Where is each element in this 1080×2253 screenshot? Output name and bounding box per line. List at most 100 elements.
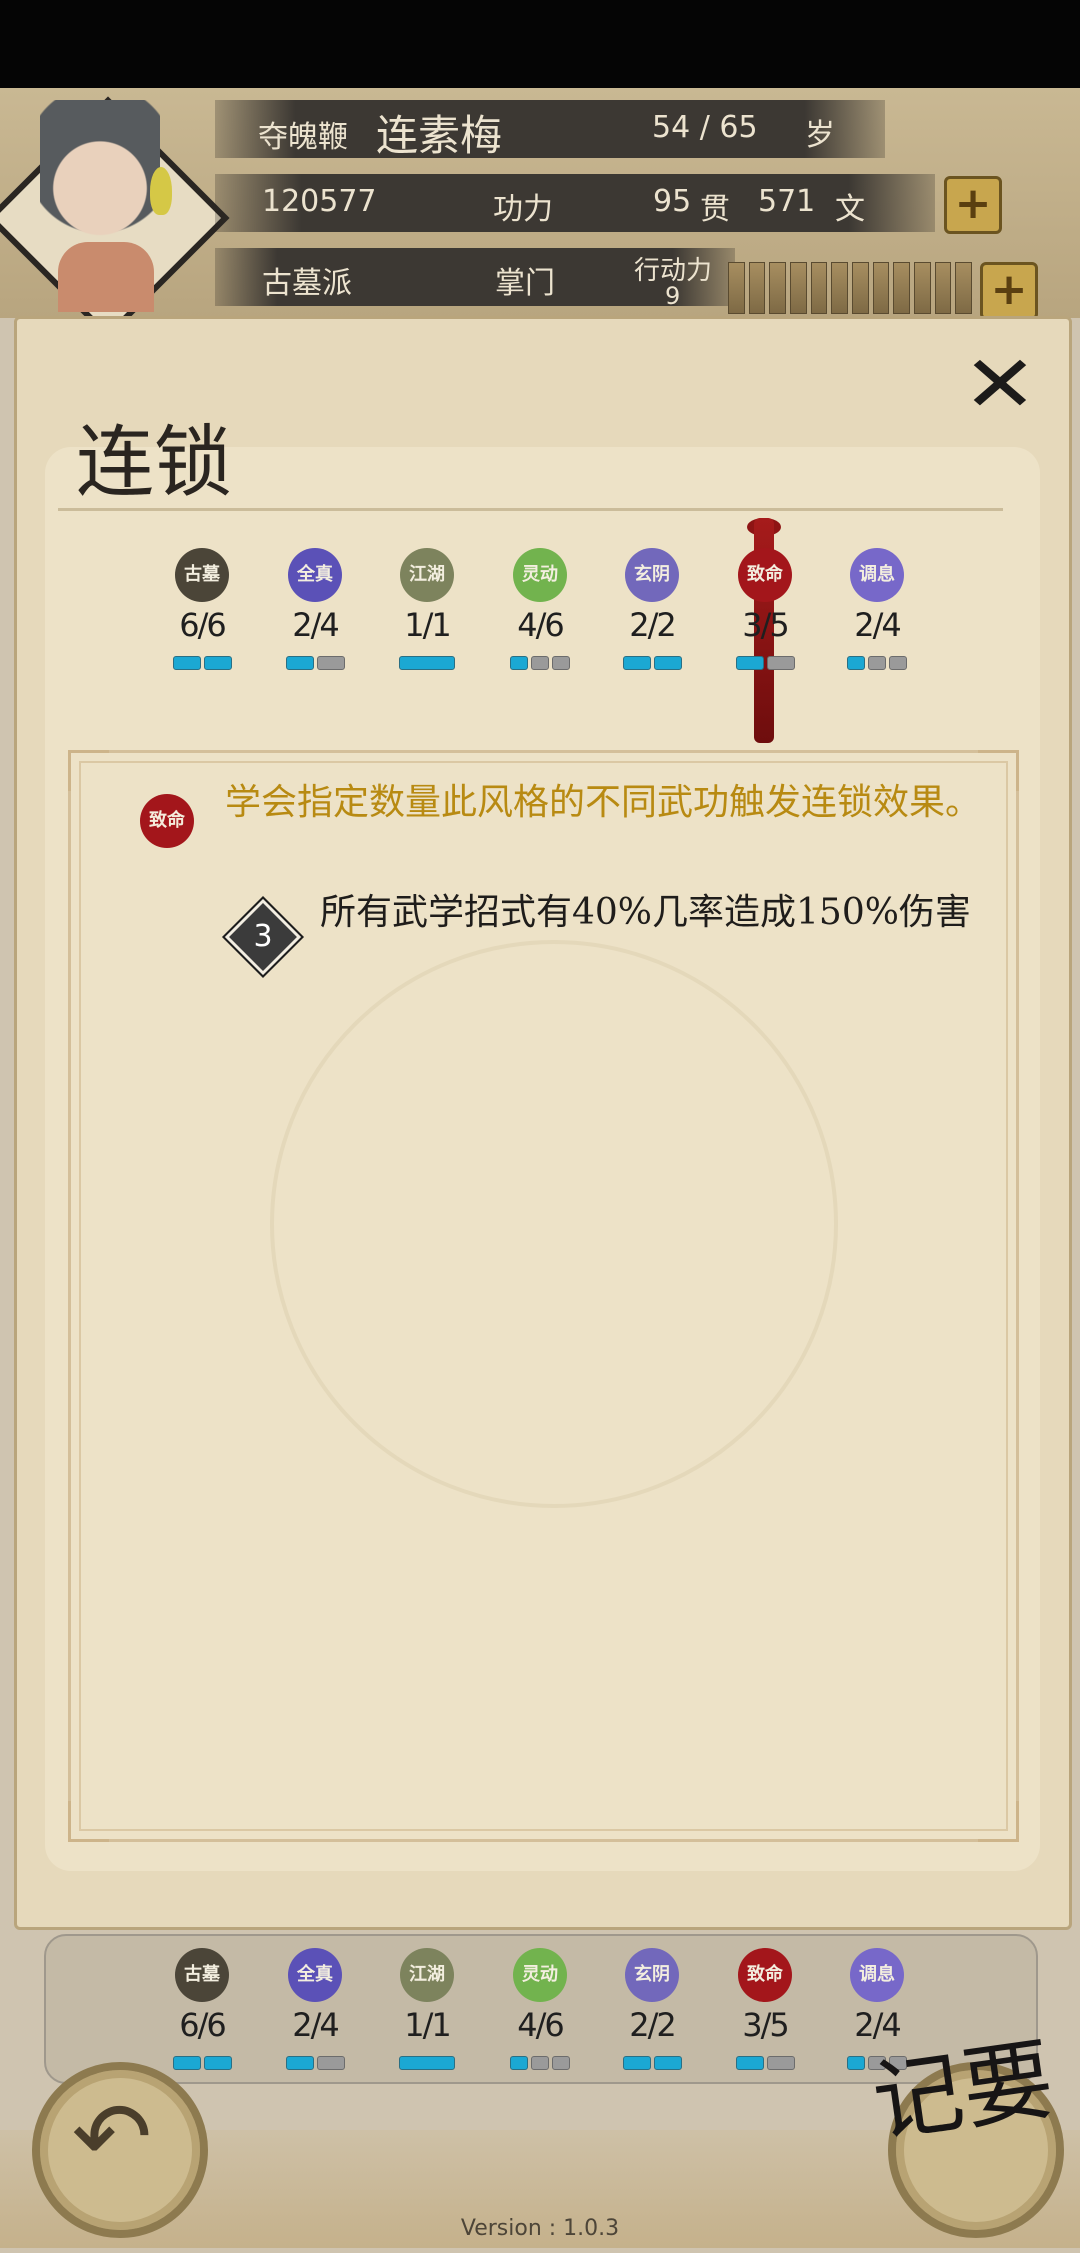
corner-ornament — [68, 750, 109, 791]
sect-rank: 掌门 — [495, 266, 555, 301]
style-badge-icon: 全真 — [288, 548, 342, 602]
progress-pip — [285, 656, 314, 670]
modal-title: 连锁 — [76, 418, 233, 508]
style-badge-icon: 调息 — [850, 548, 904, 602]
add-money-button[interactable]: + — [944, 176, 1002, 234]
money-guan: 95 — [653, 184, 692, 219]
style-count: 3/5 — [742, 2006, 790, 2044]
plus-icon: + — [954, 178, 992, 229]
progress-pip — [653, 2056, 682, 2070]
style-badge-icon: 致命 — [738, 548, 792, 602]
add-action-button[interactable]: + — [980, 262, 1038, 320]
style-count: 2/4 — [292, 606, 340, 644]
style-tab-4[interactable]: 玄阴 2/2 — [602, 548, 702, 688]
style-badge-icon: 江湖 — [400, 548, 454, 602]
plus-icon: + — [990, 264, 1028, 315]
action-point-segment — [914, 262, 931, 314]
avatar[interactable] — [0, 92, 230, 340]
bottom-style-tab-3[interactable]: 灵动 4/6 — [490, 1948, 590, 2088]
power-value: 120577 — [262, 184, 377, 219]
action-points-bar — [728, 262, 973, 314]
style-count: 6/6 — [179, 606, 227, 644]
style-badge-icon: 调息 — [850, 1948, 904, 2002]
progress-pip — [316, 2056, 345, 2070]
style-progress-pips — [715, 656, 815, 670]
progress-pip — [399, 656, 455, 670]
style-count: 4/6 — [517, 2006, 565, 2044]
style-count: 2/4 — [292, 2006, 340, 2044]
style-count: 4/6 — [517, 606, 565, 644]
hairpin-icon — [150, 167, 172, 215]
progress-pip — [510, 2056, 528, 2070]
action-point-segment — [790, 262, 807, 314]
style-badge-icon: 致命 — [738, 1948, 792, 2002]
style-tab-0[interactable]: 古墓 6/6 — [152, 548, 252, 688]
progress-pip — [622, 2056, 651, 2070]
style-progress-pips — [715, 2056, 815, 2070]
progress-pip — [552, 2056, 570, 2070]
bottom-style-tab-2[interactable]: 江湖 1/1 — [377, 1948, 477, 2088]
progress-pip — [399, 2056, 455, 2070]
action-value: 9 — [665, 282, 681, 310]
selected-style-badge: 致命 — [140, 794, 194, 848]
progress-pip — [868, 656, 886, 670]
money-guan-unit: 贯 — [700, 192, 730, 227]
sect-name: 古墓派 — [262, 266, 352, 301]
progress-pip — [510, 656, 528, 670]
style-count: 2/2 — [629, 2006, 677, 2044]
power-label: 功力 — [493, 192, 553, 227]
close-button[interactable]: ✕ — [954, 346, 1046, 424]
tier-effect: 所有武学招式有40%几率造成150%伤害 — [320, 892, 971, 933]
bottom-style-tab-4[interactable]: 玄阴 2/2 — [602, 1948, 702, 2088]
style-progress-pips — [377, 2056, 477, 2070]
style-count: 6/6 — [179, 2006, 227, 2044]
style-description: 学会指定数量此风格的不同武功触发连锁效果。 — [225, 782, 982, 823]
progress-pip — [735, 2056, 764, 2070]
back-arrow-icon: ↶ — [71, 2081, 153, 2193]
style-count: 2/2 — [629, 606, 677, 644]
style-count: 3/5 — [742, 606, 790, 644]
style-tab-5[interactable]: 致命 3/5 — [715, 548, 815, 688]
style-progress-pips — [265, 656, 365, 670]
style-tab-6[interactable]: 调息 2/4 — [827, 548, 927, 688]
dragon-watermark — [270, 940, 838, 1508]
version-label: Version : 1.0.3 — [460, 2216, 620, 2241]
tier-number: 3 — [253, 919, 273, 954]
action-point-segment — [831, 262, 849, 314]
style-tab-2[interactable]: 江湖 1/1 — [377, 548, 477, 688]
action-point-segment — [893, 262, 911, 314]
progress-pip — [531, 656, 549, 670]
back-button[interactable]: ↶ — [32, 2062, 192, 2222]
corner-ornament — [978, 1801, 1019, 1842]
style-count: 1/1 — [404, 2006, 452, 2044]
bottom-style-tab-5[interactable]: 致命 3/5 — [715, 1948, 815, 2088]
style-count: 1/1 — [404, 606, 452, 644]
style-progress-pips — [377, 656, 477, 670]
style-progress-pips — [602, 2056, 702, 2070]
style-progress-pips — [827, 656, 927, 670]
progress-pip — [622, 656, 651, 670]
bottom-style-tab-1[interactable]: 全真 2/4 — [265, 1948, 365, 2088]
corner-ornament — [68, 1801, 109, 1842]
character-name: 连素梅 — [376, 111, 503, 160]
progress-pip — [766, 656, 795, 670]
style-badge-icon: 玄阴 — [625, 548, 679, 602]
money-wen-unit: 文 — [835, 192, 865, 227]
style-progress-pips — [152, 656, 252, 670]
progress-pip — [172, 656, 201, 670]
style-badge-icon: 灵动 — [513, 548, 567, 602]
progress-pip — [735, 656, 764, 670]
style-tab-3[interactable]: 灵动 4/6 — [490, 548, 590, 688]
close-icon: ✕ — [962, 340, 1038, 430]
age-value: 54 / 65 — [652, 110, 758, 145]
style-tab-1[interactable]: 全真 2/4 — [265, 548, 365, 688]
style-count: 2/4 — [854, 2006, 902, 2044]
style-badge-icon: 古墓 — [175, 1948, 229, 2002]
action-point-segment — [748, 262, 766, 314]
progress-pip — [531, 2056, 549, 2070]
style-progress-pips — [490, 656, 590, 670]
progress-pip — [653, 656, 682, 670]
action-point-segment — [728, 262, 745, 314]
style-badge-icon: 灵动 — [513, 1948, 567, 2002]
title-name: 夺魄鞭 — [258, 120, 348, 155]
